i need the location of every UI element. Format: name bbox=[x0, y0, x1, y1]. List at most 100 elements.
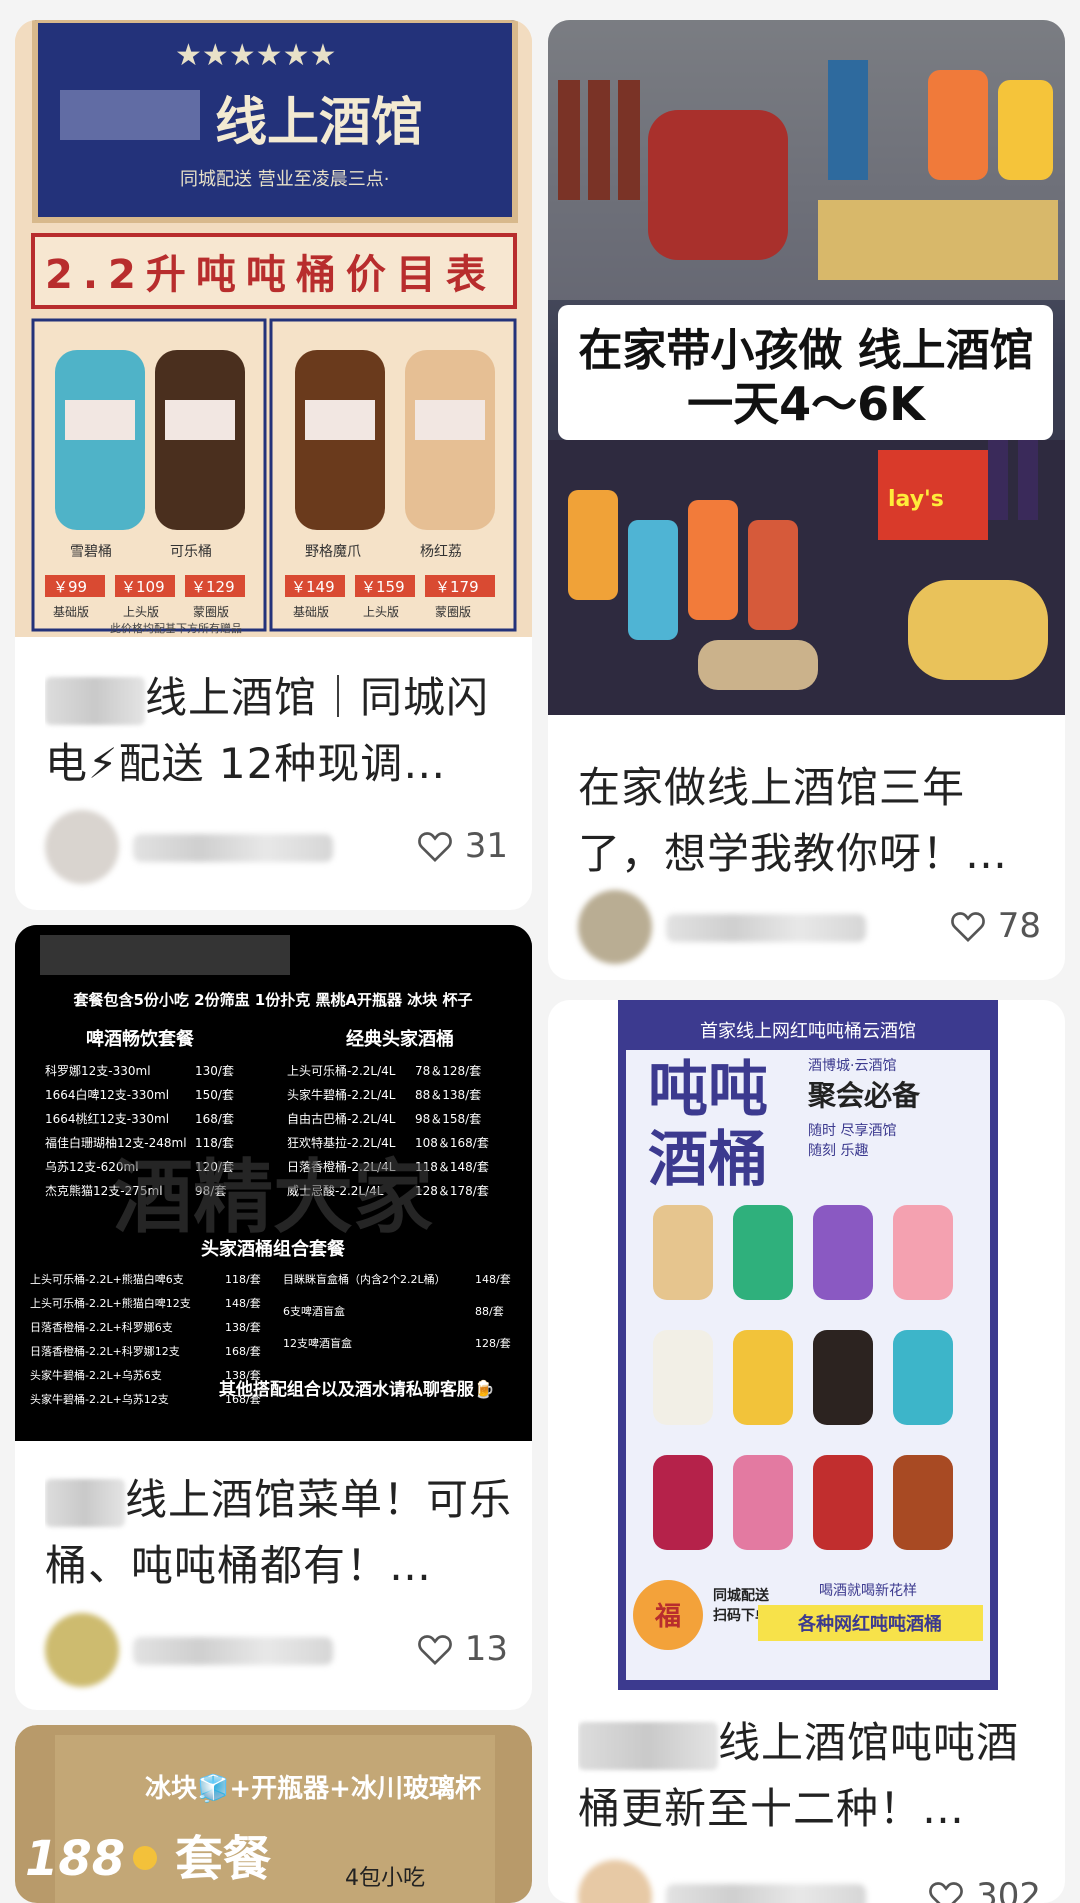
menu-item-price: 168/套 bbox=[225, 1345, 261, 1358]
like-button[interactable]: 13 bbox=[415, 1629, 508, 1669]
menu-item-name: 上头可乐桶-2.2L+熊猫白啤6支 bbox=[30, 1272, 184, 1286]
menu-footer: 其他搭配组合以及酒水请私聊客服🍺 bbox=[219, 1379, 495, 1400]
card-meta-3: 13 bbox=[45, 1613, 508, 1687]
menu-item-price: 98＆158/套 bbox=[415, 1112, 481, 1126]
banner-line-1: 在家带小孩做 线上酒馆 bbox=[578, 325, 1033, 376]
card5-small: 4包小吃 bbox=[345, 1866, 425, 1891]
menu-item-name: 1664桃红12支-330ml bbox=[45, 1111, 169, 1126]
like-button[interactable]: 31 bbox=[415, 826, 508, 866]
feed-card-3[interactable]: 套餐包含5份小吃 2份筛盅 1份扑克 黑桃A开瓶器 冰块 杯子 啤酒畅饮套餐 经… bbox=[15, 925, 532, 1710]
chip-brand: lay's bbox=[888, 487, 944, 512]
tier-4: 基础版 bbox=[293, 605, 329, 619]
poster-big-2: 酒桶 bbox=[648, 1125, 768, 1195]
coin-icon bbox=[133, 1846, 157, 1870]
card-title-2[interactable]: 在家做线上酒馆三年了，想学我教你呀！… bbox=[578, 755, 1045, 887]
menu-item-price: 150/套 bbox=[195, 1088, 234, 1102]
card5-label: 套餐 bbox=[175, 1831, 271, 1887]
heart-icon bbox=[417, 1635, 452, 1666]
card-meta-1: 31 bbox=[45, 810, 508, 884]
blurred-header bbox=[40, 935, 290, 975]
menu-item-price: 108＆168/套 bbox=[415, 1136, 489, 1150]
like-count: 302 bbox=[976, 1876, 1041, 1903]
card-image-5[interactable]: 冰块🧊+开瓶器+冰川玻璃杯 188 套餐 4包小吃 bbox=[15, 1725, 532, 1903]
avatar[interactable] bbox=[578, 890, 652, 964]
menu-item-name: 日落香橙桶-2.2L+科罗娜6支 bbox=[30, 1320, 173, 1334]
feed-card-1[interactable]: ★★★★★★ 线上酒馆 同城配送 营业至凌晨三点· 2.2升吨吨桶价目表 雪碧桶… bbox=[15, 20, 532, 910]
menu-item-name: 自由古巴桶-2.2L/4L bbox=[287, 1111, 396, 1126]
menu-title: 2.2升吨吨桶价目表 bbox=[45, 252, 496, 298]
banner-line-2: 一天4～6K bbox=[687, 377, 927, 431]
like-button[interactable]: 78 bbox=[948, 906, 1041, 946]
card-image-1[interactable]: ★★★★★★ 线上酒馆 同城配送 营业至凌晨三点· 2.2升吨吨桶价目表 雪碧桶… bbox=[15, 20, 532, 637]
menu-item-price: 88＆138/套 bbox=[415, 1088, 481, 1102]
poster-side: 同城配送 bbox=[713, 1587, 770, 1604]
tiger-label: 福 bbox=[654, 1602, 681, 1632]
menu-item-price: 78＆128/套 bbox=[415, 1064, 481, 1078]
username-blur[interactable] bbox=[666, 1884, 866, 1903]
like-count: 13 bbox=[464, 1629, 508, 1669]
author-name-blur bbox=[578, 1721, 718, 1770]
menu-item-price: 148/套 bbox=[475, 1273, 511, 1286]
card-title-text-2: 在家做线上酒馆三年了，想学我教你呀！… bbox=[578, 763, 1009, 878]
section-combo: 头家酒桶组合套餐 bbox=[201, 1238, 346, 1260]
menu-item-price: 118/套 bbox=[225, 1273, 261, 1286]
author-name-blur bbox=[45, 676, 145, 725]
card-image-3[interactable]: 套餐包含5份小吃 2份筛盅 1份扑克 黑桃A开瓶器 冰块 杯子 啤酒畅饮套餐 经… bbox=[15, 925, 532, 1441]
tier-6: 蒙圈版 bbox=[435, 605, 471, 619]
stars-text: ★★★★★★ bbox=[175, 38, 336, 73]
menu-item-name: 目眯眯盲盒桶（内含2个2.2L桶） bbox=[283, 1272, 446, 1286]
avatar[interactable] bbox=[578, 1860, 652, 1903]
username-blur[interactable] bbox=[133, 834, 333, 862]
menu-item-name: 头家牛碧桶-2.2L/4L bbox=[287, 1087, 396, 1102]
price-4: ￥149 bbox=[291, 578, 335, 596]
feed-card-2[interactable]: lay's 在家带小孩做 线上酒馆 一天4～6K 在家做线上酒馆三年了，想学我教… bbox=[548, 20, 1065, 980]
tier-2: 上头版 bbox=[123, 605, 159, 619]
price-3: ￥129 bbox=[191, 578, 235, 596]
like-count: 78 bbox=[997, 906, 1041, 946]
menu-item-price: 130/套 bbox=[195, 1064, 234, 1078]
card-title-3[interactable]: 线上酒馆菜单！可乐桶、吨吨桶都有！… bbox=[45, 1467, 512, 1599]
menu-item-name: 1664白啤12支-330ml bbox=[45, 1087, 169, 1102]
menu-item-name: 头家牛碧桶-2.2L+乌苏12支 bbox=[30, 1392, 169, 1406]
username-blur[interactable] bbox=[133, 1637, 333, 1665]
product-name-1: 雪碧桶 bbox=[70, 544, 112, 560]
card-title-4[interactable]: 线上酒馆吨吨酒桶更新至十二种！… bbox=[578, 1710, 1045, 1842]
menu-item-name: 日落香橙桶-2.2L+科罗娜12支 bbox=[30, 1344, 180, 1358]
card5-price: 188 bbox=[25, 1831, 125, 1887]
poster-sub-2: 随刻 乐趣 bbox=[808, 1143, 868, 1159]
menu-top-line: 套餐包含5份小吃 2份筛盅 1份扑克 黑桃A开瓶器 冰块 杯子 bbox=[72, 991, 472, 1009]
menu-item-name: 狂欢特基拉-2.2L/4L bbox=[287, 1135, 396, 1150]
menu-item-price: 88/套 bbox=[475, 1305, 504, 1318]
poster-bottom-main: 各种网红吨吨酒桶 bbox=[797, 1613, 942, 1635]
card-image-4[interactable]: 首家线上网红吨吨桶云酒馆 吨吨 酒桶 酒博城·云酒馆 聚会必备 随时 尽享酒馆 … bbox=[618, 1000, 998, 1690]
menu-item-name: 福佳白珊瑚柚12支-248ml bbox=[45, 1135, 187, 1150]
feed-card-5[interactable]: 冰块🧊+开瓶器+冰川玻璃杯 188 套餐 4包小吃 bbox=[15, 1725, 532, 1903]
menu-item-price: 128/套 bbox=[475, 1337, 511, 1350]
watermark: 酒精大家 bbox=[113, 1151, 433, 1244]
poster-big-1: 吨吨 bbox=[648, 1055, 768, 1125]
avatar[interactable] bbox=[45, 1613, 119, 1687]
poster-slogan: 聚会必备 bbox=[807, 1079, 921, 1112]
menu-item-name: 科罗娜12支-330ml bbox=[45, 1064, 151, 1078]
brand-blur bbox=[60, 90, 200, 140]
brand-text: 线上酒馆 bbox=[215, 93, 423, 153]
brand-sub-text: 同城配送 营业至凌晨三点· bbox=[180, 169, 389, 190]
price-5: ￥159 bbox=[361, 578, 405, 596]
card-title-1[interactable]: 线上酒馆｜同城闪电⚡配送 12种现调… bbox=[45, 665, 512, 797]
avatar[interactable] bbox=[45, 810, 119, 884]
menu-item-price: 118/套 bbox=[195, 1136, 234, 1150]
menu-item-name: 头家牛碧桶-2.2L+乌苏6支 bbox=[30, 1368, 162, 1382]
card5-line1: 冰块🧊+开瓶器+冰川玻璃杯 bbox=[145, 1773, 481, 1804]
footnote: 此价格均配基下方所有赠品 bbox=[110, 621, 242, 635]
card-meta-2: 78 bbox=[578, 890, 1041, 964]
feed-card-4[interactable]: 首家线上网红吨吨桶云酒馆 吨吨 酒桶 酒博城·云酒馆 聚会必备 随时 尽享酒馆 … bbox=[548, 1000, 1065, 1903]
menu-item-price: 148/套 bbox=[225, 1297, 261, 1310]
menu-item-price: 138/套 bbox=[225, 1321, 261, 1334]
card-image-2[interactable]: lay's 在家带小孩做 线上酒馆 一天4～6K bbox=[548, 20, 1065, 715]
tier-3: 蒙圈版 bbox=[193, 605, 229, 619]
heart-icon bbox=[950, 912, 985, 943]
section-beer: 啤酒畅饮套餐 bbox=[86, 1028, 195, 1050]
username-blur[interactable] bbox=[666, 914, 866, 942]
like-count: 31 bbox=[464, 826, 508, 866]
like-button[interactable]: 302 bbox=[926, 1876, 1041, 1903]
